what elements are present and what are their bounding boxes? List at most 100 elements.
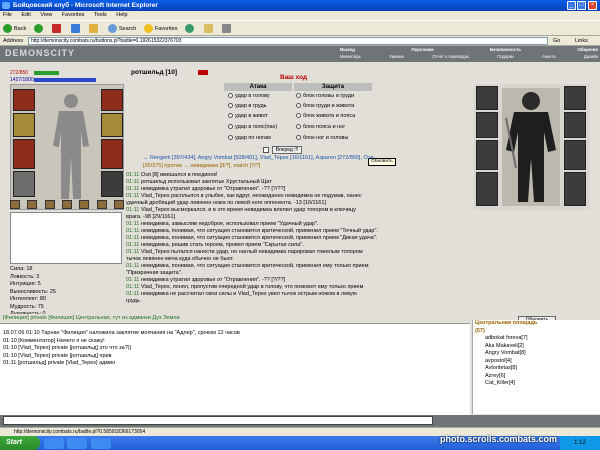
radio-icon[interactable]: [228, 124, 233, 130]
enemy-weapon-slot[interactable]: [476, 112, 498, 138]
armor-slot[interactable]: [13, 139, 35, 169]
address-input[interactable]: http://demonscity.combats.ru/buttons.pl?…: [28, 37, 548, 45]
home-button[interactable]: [89, 21, 100, 37]
task-button[interactable]: [67, 438, 88, 449]
nav-skills[interactable]: Умения: [389, 54, 404, 60]
enemy-armor-slot[interactable]: [476, 140, 498, 170]
enemy-helmet-slot[interactable]: [476, 86, 498, 110]
empty-slot[interactable]: [101, 171, 123, 197]
history-button[interactable]: [185, 21, 196, 37]
maximize-icon[interactable]: □: [577, 1, 586, 10]
radio-icon[interactable]: [296, 124, 301, 130]
enemy-gloves-slot[interactable]: [564, 86, 586, 110]
forward-button[interactable]: Вперед !!!: [272, 146, 302, 154]
print-button[interactable]: [222, 21, 233, 37]
go-button[interactable]: Go: [553, 36, 560, 46]
ring-slot-7[interactable]: [113, 200, 124, 209]
attack-option[interactable]: удар в голову: [228, 93, 270, 99]
defense-option[interactable]: блок пояса и ног: [296, 124, 345, 130]
nav-character[interactable]: Персонаж: [411, 47, 433, 53]
log-line: 01:11 невидимка, замыслив недоброе, испо…: [126, 221, 474, 228]
nav-transfers[interactable]: Отчет о переводах: [432, 54, 469, 60]
task-button[interactable]: [90, 438, 111, 449]
radio-icon[interactable]: [228, 103, 233, 109]
nav-design[interactable]: Дизайн: [584, 54, 598, 60]
enemy-ring-slot[interactable]: [564, 172, 586, 206]
shield-slot[interactable]: [101, 113, 123, 137]
enemy-belt-slot[interactable]: [476, 172, 498, 206]
fighters-line[interactable]: → Rengerli [397/434], Angry Vombat [508/…: [143, 155, 473, 163]
ring-slot-6[interactable]: [96, 200, 107, 209]
online-user[interactable]: Aka Makaveli[2]: [473, 343, 600, 351]
ring-slot-5[interactable]: [79, 200, 90, 209]
nav-gifts[interactable]: Подарки: [497, 54, 514, 60]
gloves-slot[interactable]: [101, 89, 123, 111]
history-icon: [185, 24, 195, 34]
attack-option[interactable]: удар в живот: [228, 113, 268, 119]
auto-checkbox[interactable]: [263, 147, 269, 153]
nav-social[interactable]: Общение: [577, 47, 598, 53]
attack-option[interactable]: удар в пояс(пах): [228, 124, 277, 130]
defense-option[interactable]: блок груди и живота: [296, 103, 354, 109]
helmet-slot[interactable]: [13, 89, 35, 111]
online-user[interactable]: adbokat foreva[7]: [473, 335, 600, 343]
menu-help[interactable]: Help: [116, 12, 127, 18]
nav-logout[interactable]: Выход: [340, 47, 355, 53]
stop-icon: [52, 24, 62, 34]
radio-icon[interactable]: [296, 113, 301, 119]
search-button[interactable]: Search: [107, 21, 136, 37]
room-title: Центральная площадь: [475, 320, 538, 326]
weapon-slot[interactable]: [13, 113, 35, 137]
menu-edit[interactable]: Edit: [21, 12, 30, 18]
minimize-icon[interactable]: _: [567, 1, 576, 10]
radio-icon[interactable]: [296, 135, 301, 141]
attack-option[interactable]: удар по ногам: [228, 135, 271, 141]
online-user[interactable]: Angry Vombat[8]: [473, 350, 600, 358]
menu-file[interactable]: File: [3, 12, 12, 18]
stat-intellect: Интеллект: 80: [10, 296, 46, 302]
nav-profile[interactable]: Анкета: [542, 54, 555, 60]
nav-security[interactable]: Безопасность: [490, 47, 521, 53]
radio-icon[interactable]: [296, 103, 301, 109]
online-user[interactable]: Cat_Killer[4]: [473, 380, 600, 388]
online-user[interactable]: Avtoritetas[8]: [473, 365, 600, 373]
player-mana: 1427/1800: [10, 77, 116, 83]
close-icon[interactable]: ×: [588, 1, 597, 10]
log-text: невидимка, решив стать героем, провел пр…: [140, 242, 304, 248]
ring-slot-2[interactable]: [27, 200, 38, 209]
defense-option[interactable]: блок ног и головы: [296, 135, 348, 141]
enemy-info-icon[interactable]: [198, 70, 208, 75]
radio-icon[interactable]: [228, 113, 233, 119]
stop-button[interactable]: [52, 21, 63, 37]
favorites-button[interactable]: Favorites: [143, 21, 177, 37]
links-button[interactable]: Links: [575, 36, 588, 46]
attack-option[interactable]: удар в грудь: [228, 103, 267, 109]
ring-slot-1[interactable]: [10, 200, 20, 209]
online-user[interactable]: Azrey[6]: [473, 373, 600, 381]
task-button[interactable]: [44, 438, 64, 449]
enemy-shield-slot[interactable]: [564, 112, 586, 138]
menu-view[interactable]: View: [40, 12, 52, 18]
ring-slot-3[interactable]: [44, 200, 55, 209]
radio-icon[interactable]: [228, 93, 233, 99]
enemy-boots-slot[interactable]: [564, 140, 586, 170]
radio-icon[interactable]: [228, 135, 233, 141]
refresh-button[interactable]: [70, 21, 82, 37]
mail-button[interactable]: [203, 21, 215, 37]
back-button[interactable]: Back: [3, 21, 26, 37]
online-user[interactable]: avpostol[4]: [473, 358, 600, 366]
fighters-line[interactable]: [35/375] против → невидимка [8/?], malch…: [143, 163, 473, 171]
defense-option[interactable]: блок головы и груди: [296, 93, 354, 99]
menu-tools[interactable]: Tools: [94, 12, 107, 18]
nav-inventory[interactable]: Инвентарь: [340, 54, 361, 60]
defense-option[interactable]: блок живота и пояса: [296, 113, 355, 119]
chat-input[interactable]: [3, 416, 433, 425]
radio-icon[interactable]: [296, 93, 301, 99]
forward-nav-button[interactable]: [33, 21, 45, 37]
ring-slot-4[interactable]: [61, 200, 72, 209]
start-button[interactable]: Start: [0, 436, 40, 450]
menu-favorites[interactable]: Favorites: [62, 12, 85, 18]
log-line: "Призрачная защита".: [126, 270, 474, 277]
belt-slot[interactable]: [13, 171, 35, 197]
boots-slot[interactable]: [101, 139, 123, 169]
